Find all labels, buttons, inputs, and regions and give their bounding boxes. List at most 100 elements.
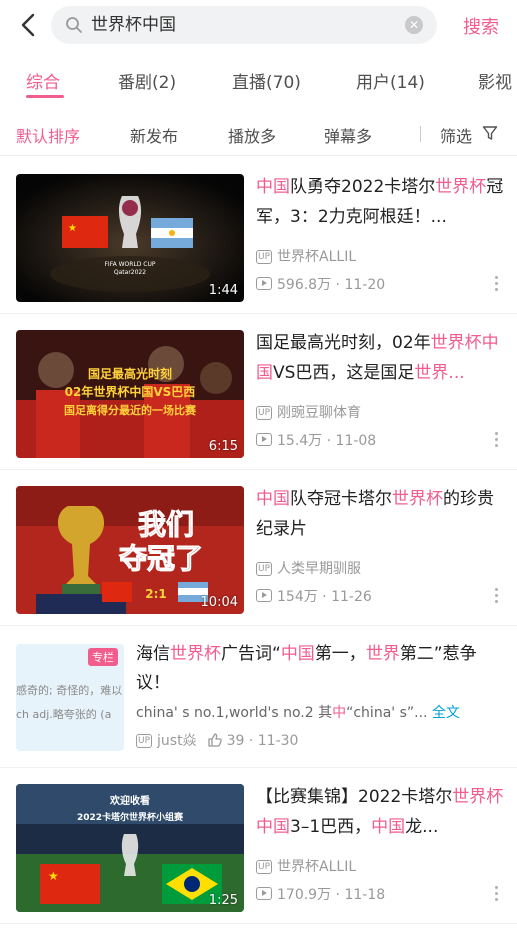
video-thumbnail[interactable]: ★ FIFA WORLD CUP Qatar2022 1:44 [16, 174, 244, 302]
result-tabs: 综合 番剧(2) 直播(70) 用户(14) 影视 [0, 56, 517, 104]
sort-most-danmaku[interactable]: 弹幕多 [324, 123, 372, 147]
highlighted-keyword: 世界... [414, 363, 465, 383]
article-card[interactable]: 感奇的; 奇怪的，难以 ch adj.略夸张的 (a 专栏 海信世界杯广告词“中… [0, 628, 517, 768]
video-duration: 6:15 [208, 439, 238, 454]
svg-text:★: ★ [48, 869, 59, 883]
uploader-name: 人类早期驯服 [277, 561, 362, 577]
view-count: 170.9万 [277, 887, 332, 903]
overlay-text: 欢迎收看 [109, 794, 150, 807]
uploader-row[interactable]: UP 世界杯ALLIL [256, 246, 356, 266]
article-meta: UP just焱 39 · 11-30 [136, 733, 299, 749]
svg-text:★: ★ [68, 223, 77, 234]
title-text: 广告词“ [221, 644, 281, 664]
search-box[interactable]: 世界杯中国 ✕ [51, 6, 437, 44]
up-badge-icon: UP [256, 860, 273, 874]
video-card[interactable]: ★ FIFA WORLD CUP Qatar2022 1:44 中国队勇夺202… [0, 158, 517, 314]
active-tab-indicator [26, 95, 64, 98]
filter-label: 筛选 [440, 127, 473, 146]
read-full-link[interactable]: 全文 [432, 705, 460, 721]
author-name[interactable]: just焱 [157, 733, 197, 749]
search-button[interactable]: 搜索 [463, 13, 499, 39]
title-text: VS巴西，这是国足 [273, 363, 415, 383]
stats-row: 154万 · 11-26 [256, 586, 372, 606]
publish-date: 11-30 [257, 733, 299, 749]
description-text: china' s no.1,world's no.2 其中“china' s”.… [136, 705, 427, 721]
video-thumbnail[interactable]: 欢迎收看 2022卡塔尔世界杯小组赛 ★ 1:25 [16, 784, 244, 912]
publish-date: 11-26 [331, 589, 372, 605]
video-title[interactable]: 中国队勇夺2022卡塔尔世界杯冠军，3：2力克阿根廷！... [256, 172, 504, 232]
tab-movies[interactable]: 影视 [478, 68, 512, 93]
video-card[interactable]: 我们 夺冠了 2:1 10:04 中国队夺冠卡塔尔世界杯的珍贵纪录片 UP 人类早… [0, 470, 517, 626]
more-options-icon[interactable] [493, 432, 499, 450]
highlighted-keyword: 中国 [371, 817, 406, 837]
column-badge: 专栏 [88, 648, 118, 666]
stats-row: 15.4万 · 11-08 [256, 430, 376, 450]
overlay-text: 02年世界杯中国VS巴西 [65, 384, 196, 399]
overlay-text: 2022卡塔尔世界杯小组赛 [77, 811, 184, 823]
uploader-name: 世界杯ALLIL [277, 859, 357, 875]
highlighted-keyword: 中国 [256, 489, 290, 509]
more-options-icon[interactable] [493, 588, 499, 606]
filter-button[interactable]: 筛选 [440, 123, 498, 147]
uploader-name: 刚豌豆聊体育 [277, 405, 362, 421]
uploader-row[interactable]: UP 人类早期驯服 [256, 558, 361, 578]
uploader-row[interactable]: UP 刚豌豆聊体育 [256, 402, 361, 422]
video-card[interactable]: 国足最高光时刻 02年世界杯中国VS巴西 国足离得分最近的一场比赛 6:15 国… [0, 314, 517, 470]
tab-all[interactable]: 综合 [26, 68, 60, 93]
uploader-row[interactable]: UP 世界杯ALLIL [256, 856, 356, 876]
article-thumbnail[interactable]: 感奇的; 奇怪的，难以 ch adj.略夸张的 (a 专栏 [16, 644, 124, 751]
overlay-text: 国足最高光时刻 [88, 366, 172, 381]
title-text: 队勇夺2022卡塔尔 [290, 177, 436, 197]
video-title[interactable]: 【比赛集锦】2022卡塔尔世界杯中国3–1巴西，中国龙... [256, 782, 504, 842]
video-card[interactable]: 欢迎收看 2022卡塔尔世界杯小组赛 ★ 1:25 【比赛集锦】2022卡塔尔世… [0, 768, 517, 924]
video-duration: 1:44 [208, 283, 238, 298]
tab-anime[interactable]: 番剧(2) [118, 68, 176, 93]
highlighted-keyword: 世界杯 [435, 177, 487, 197]
tab-live[interactable]: 直播(70) [232, 68, 301, 93]
highlighted-keyword: 世界杯 [452, 787, 504, 807]
clear-icon[interactable]: ✕ [405, 16, 423, 34]
more-options-icon[interactable] [493, 886, 499, 904]
thumbs-up-icon [207, 733, 222, 747]
stats-row: 170.9万 · 11-18 [256, 884, 385, 904]
up-badge-icon: UP [256, 562, 273, 576]
video-title[interactable]: 国足最高光时刻，02年世界杯中国VS巴西，这是国足世界... [256, 328, 504, 388]
up-badge-icon: UP [256, 406, 273, 420]
video-thumbnail[interactable]: 我们 夺冠了 2:1 10:04 [16, 486, 244, 614]
title-text: china' s no.1,world's no.2 其 [136, 705, 333, 721]
video-title[interactable]: 中国队夺冠卡塔尔世界杯的珍贵纪录片 [256, 484, 504, 544]
highlighted-keyword: 中国 [280, 644, 315, 664]
play-count-icon [256, 887, 272, 900]
title-text: “china' s”... [346, 705, 428, 721]
sort-filters: 默认排序 新发布 播放多 弹幕多 筛选 [0, 112, 517, 156]
title-text: 【比赛集锦】2022卡塔尔 [256, 787, 453, 807]
sort-default[interactable]: 默认排序 [16, 123, 80, 147]
overlay-text: 2:1 [145, 587, 167, 601]
article-title[interactable]: 海信世界杯广告词“中国第一，世界第二”惹争议！ [136, 640, 496, 698]
more-options-icon[interactable] [493, 276, 499, 294]
overlay-text: 夺冠了 [119, 542, 203, 575]
title-text: 第一， [314, 644, 366, 664]
video-duration: 10:04 [200, 595, 238, 610]
title-text: 3–1巴西， [290, 817, 372, 837]
sort-most-played[interactable]: 播放多 [228, 123, 276, 147]
up-badge-icon: UP [256, 250, 273, 264]
up-badge-icon: UP [136, 734, 153, 748]
article-description: china' s no.1,world's no.2 其中“china' s”.… [136, 702, 506, 722]
highlighted-keyword: 中国 [256, 817, 290, 837]
back-arrow-icon[interactable] [14, 10, 44, 40]
sort-newest[interactable]: 新发布 [130, 123, 178, 147]
tab-users[interactable]: 用户(14) [356, 68, 425, 93]
search-input[interactable]: 世界杯中国 [91, 14, 176, 36]
video-thumbnail[interactable]: 国足最高光时刻 02年世界杯中国VS巴西 国足离得分最近的一场比赛 6:15 [16, 330, 244, 458]
publish-date: 11-18 [344, 887, 386, 903]
top-bar: 世界杯中国 ✕ 搜索 [0, 0, 517, 50]
highlighted-keyword: 世界杯 [430, 333, 482, 353]
thumbnail-text: 感奇的; 奇怪的，难以 [16, 684, 123, 697]
title-text: 队夺冠卡塔尔 [290, 489, 392, 509]
search-icon [66, 17, 82, 33]
view-count: 596.8万 [277, 277, 332, 293]
like-count: 39 [226, 733, 245, 749]
publish-date: 11-20 [344, 277, 386, 293]
highlighted-keyword: 世界杯 [170, 644, 221, 664]
